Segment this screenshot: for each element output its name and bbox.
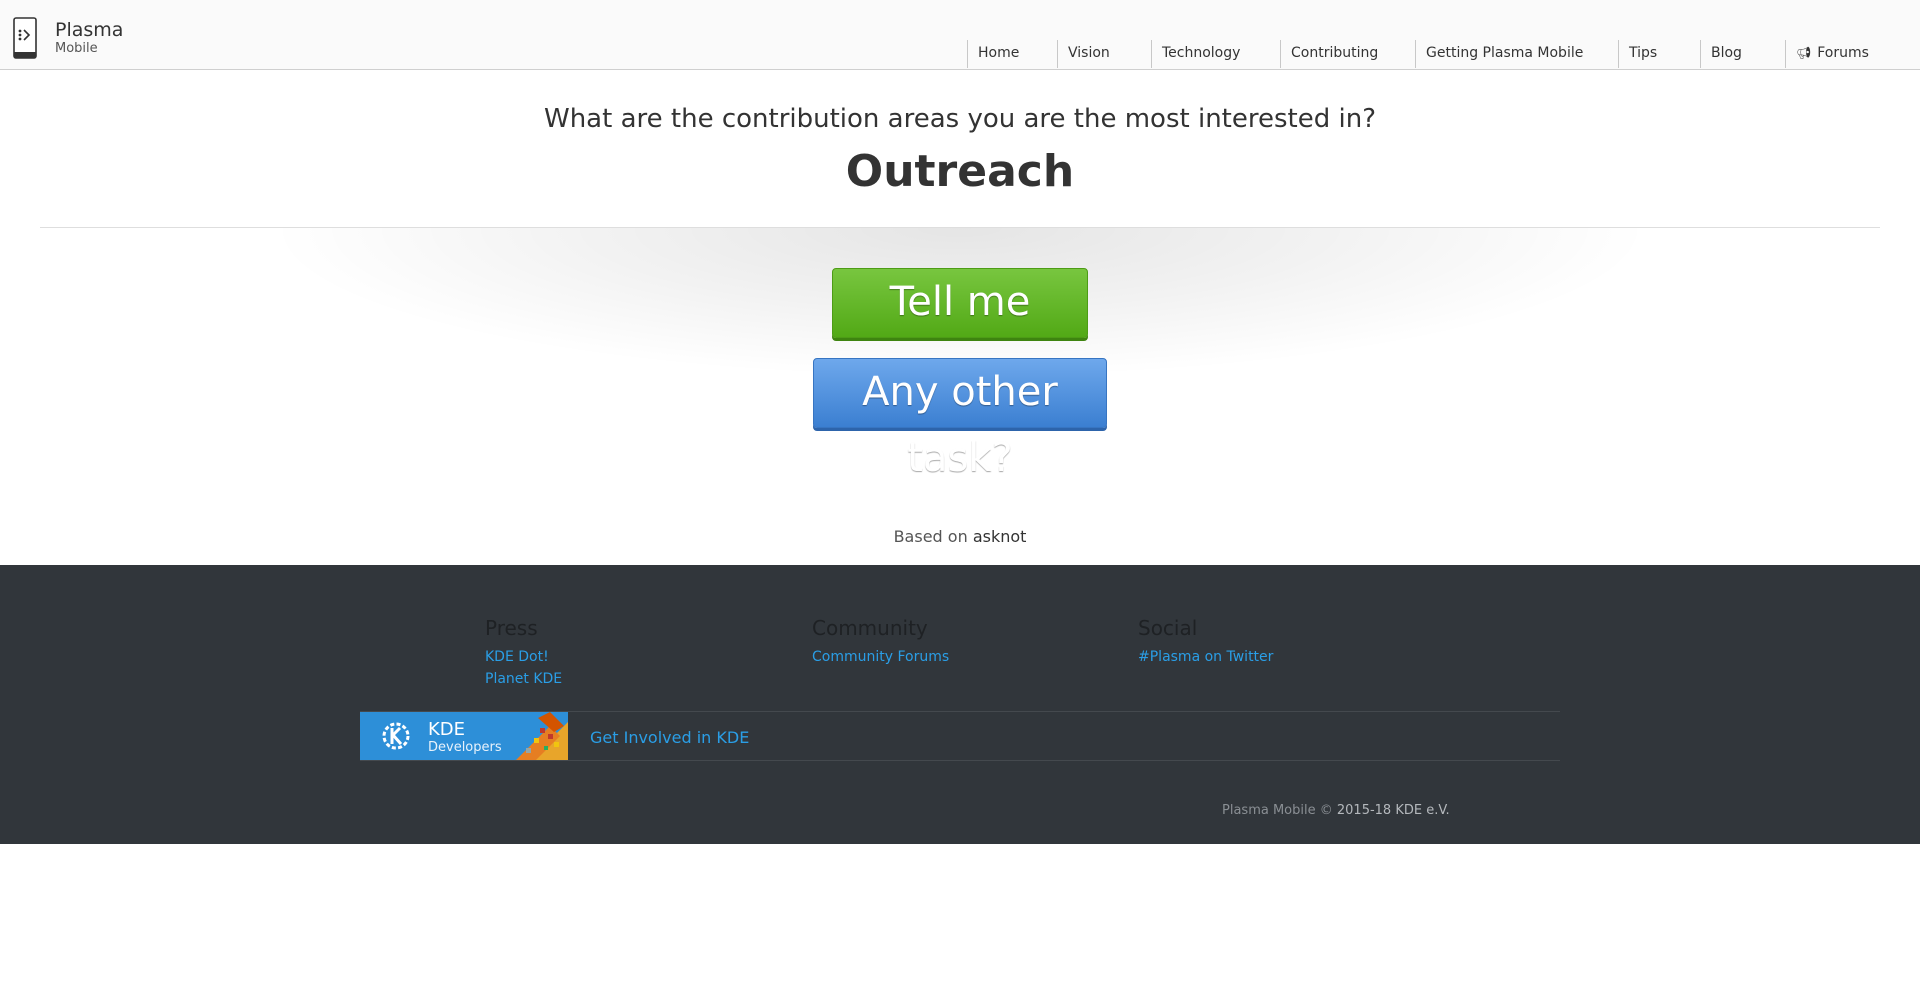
- nav-label: Technology: [1162, 45, 1241, 61]
- area-title: Outreach: [845, 146, 1075, 197]
- megaphone-icon: 📢︎: [1796, 46, 1812, 60]
- footer-column-title: Press: [485, 616, 538, 640]
- nav-label: Home: [978, 45, 1020, 61]
- nav-item-vision[interactable]: Vision: [1057, 40, 1151, 68]
- footer-link-planet-kde[interactable]: Planet KDE: [485, 668, 562, 690]
- kde-gear-icon: [382, 722, 410, 750]
- nav-item-technology[interactable]: Technology: [1151, 40, 1280, 68]
- footer-column-press: Press KDE Dot! Planet KDE: [485, 616, 562, 690]
- footer-column-community: Community Community Forums: [812, 616, 949, 668]
- get-involved-link[interactable]: Get Involved in KDE: [590, 728, 749, 747]
- main-nav: Home Vision Technology Contributing Gett…: [967, 40, 1901, 68]
- phone-logo-icon: [13, 17, 37, 59]
- based-on-note: Based on asknot: [0, 527, 1920, 546]
- copyright-notice: Plasma Mobile © 2015-18 KDE e.V.: [1222, 803, 1450, 818]
- nav-label: Blog: [1711, 45, 1742, 61]
- footer-link-plasma-twitter[interactable]: #Plasma on Twitter: [1138, 646, 1273, 668]
- nav-label: Contributing: [1291, 45, 1379, 61]
- nav-label: Forums: [1817, 45, 1869, 61]
- nav-item-getting-plasma-mobile[interactable]: Getting Plasma Mobile: [1415, 40, 1618, 68]
- kde-developers-row: KDE Developers Get Involved in KDE: [360, 711, 1560, 761]
- based-on-prefix: Based on: [893, 527, 968, 546]
- logo-title: Plasma: [55, 19, 124, 41]
- kde-badge-subtitle: Developers: [428, 740, 502, 755]
- site-footer: Press KDE Dot! Planet KDE Community Comm…: [0, 565, 1920, 844]
- nav-label: Tips: [1629, 45, 1658, 61]
- kde-pattern-decoration: [516, 712, 568, 760]
- kde-ev-link[interactable]: 2015-18 KDE e.V.: [1337, 803, 1450, 818]
- copyright-prefix: Plasma Mobile ©: [1222, 803, 1333, 818]
- question-heading: What are the contribution areas you are …: [544, 104, 1376, 134]
- any-other-task-button[interactable]: Any other task?: [813, 358, 1107, 481]
- site-logo[interactable]: Plasma Mobile: [13, 17, 123, 59]
- asknot-link[interactable]: asknot: [973, 527, 1027, 546]
- tell-me-more-button[interactable]: Tell me more: [832, 268, 1088, 391]
- nav-label: Getting Plasma Mobile: [1426, 45, 1584, 61]
- nav-item-tips[interactable]: Tips: [1618, 40, 1700, 68]
- nav-item-contributing[interactable]: Contributing: [1280, 40, 1415, 68]
- nav-item-home[interactable]: Home: [967, 40, 1057, 68]
- nav-item-forums[interactable]: 📢︎ Forums: [1785, 40, 1901, 68]
- footer-column-title: Social: [1138, 616, 1198, 640]
- logo-subtitle: Mobile: [55, 41, 98, 56]
- nav-item-blog[interactable]: Blog: [1700, 40, 1785, 68]
- kde-badge-name: KDE: [428, 719, 466, 740]
- footer-link-kde-dot[interactable]: KDE Dot!: [485, 646, 562, 668]
- footer-link-community-forums[interactable]: Community Forums: [812, 646, 949, 668]
- nav-label: Vision: [1068, 45, 1110, 61]
- site-header: Plasma Mobile Home Vision Technology Con…: [0, 0, 1920, 70]
- footer-column-social: Social #Plasma on Twitter: [1138, 616, 1273, 668]
- footer-column-title: Community: [812, 616, 928, 640]
- kde-developers-badge[interactable]: KDE Developers: [360, 712, 568, 760]
